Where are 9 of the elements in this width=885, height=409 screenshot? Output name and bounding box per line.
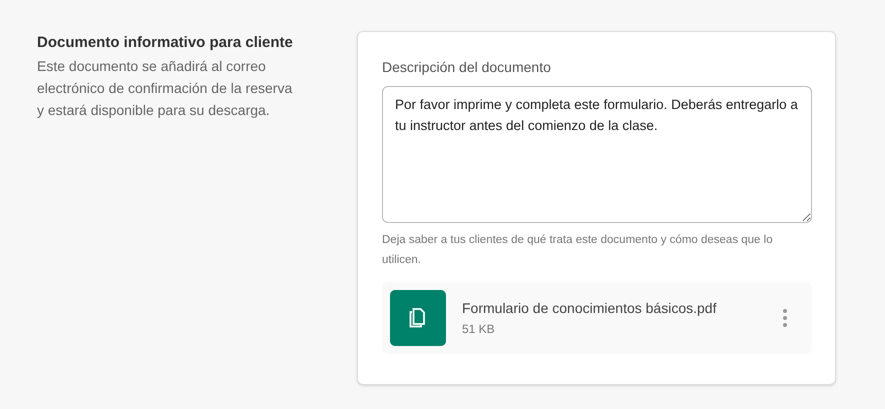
file-name: Formulario de conocimientos básicos.pdf	[462, 299, 718, 318]
field-label: Descripción del documento	[382, 58, 552, 77]
field-hint: Deja saber a tus clientes de qué trata este documento y cómo deseas que lo utilicen.	[382, 233, 774, 268]
document-icon	[390, 290, 446, 346]
more-options-icon[interactable]	[782, 309, 788, 327]
description-field[interactable]: Por favor imprime y completa este formulario. Deberás entregarlo a tu instructor antes del comienzo de la clase.	[382, 86, 812, 223]
section-description: Este documento se añadirá al correo electrónico de confirmación de la reserva y estará disponible para su descarga.	[37, 57, 294, 120]
section-title: Documento informativo para cliente	[37, 33, 294, 53]
file-size: 51 KB	[462, 321, 496, 338]
